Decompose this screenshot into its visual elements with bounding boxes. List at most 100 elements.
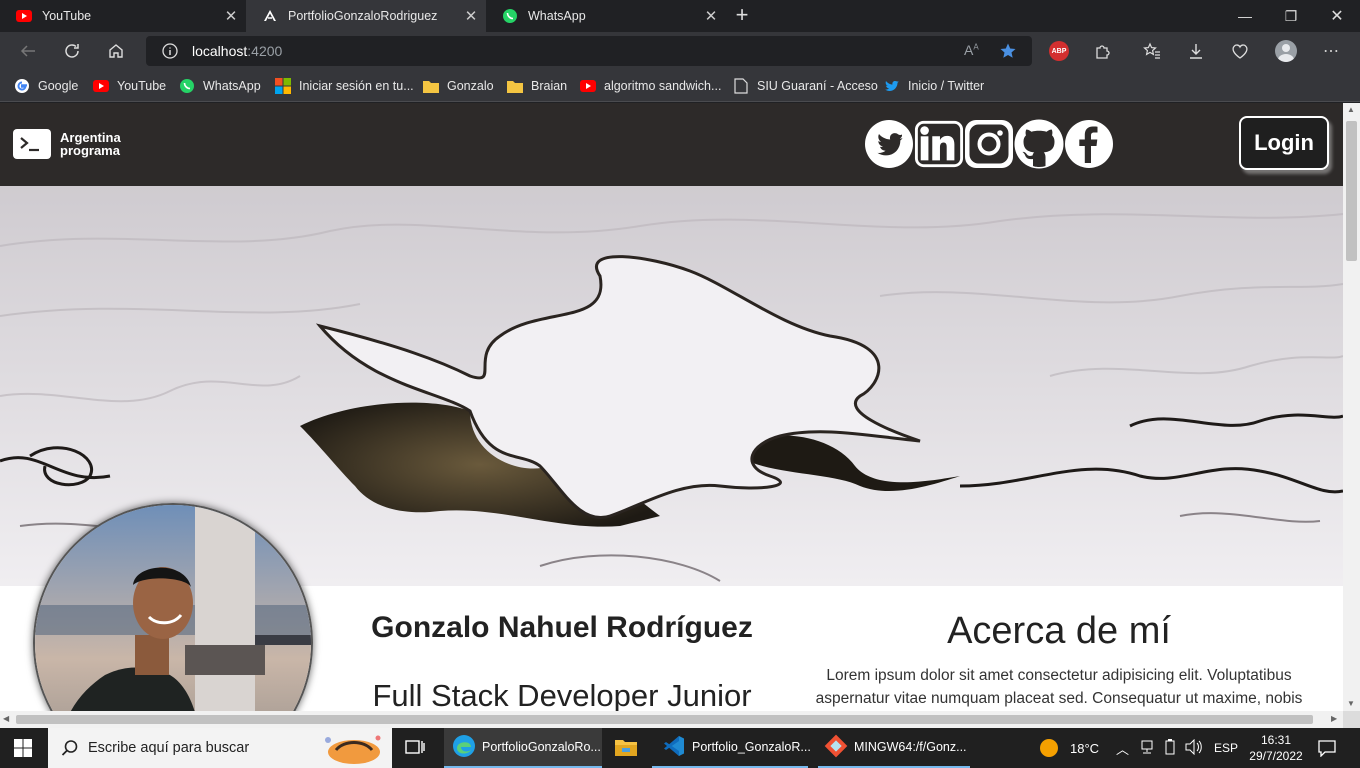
browser-essentials-button[interactable] (1225, 36, 1255, 66)
bookmark-folder-braian[interactable]: Braian (507, 76, 567, 96)
scroll-left-icon[interactable]: ◀ (3, 714, 9, 723)
downloads-button[interactable] (1181, 36, 1211, 66)
read-aloud-icon[interactable]: AA (964, 42, 979, 58)
close-icon[interactable]: ✕ (460, 5, 482, 27)
refresh-button[interactable] (57, 36, 87, 66)
login-button[interactable]: Login (1239, 116, 1329, 170)
clock-time: 16:31 (1260, 733, 1292, 747)
facebook-icon (1065, 120, 1113, 168)
profile-button[interactable] (1271, 36, 1301, 66)
chevron-up-icon[interactable]: ︿ (1116, 739, 1129, 758)
site-navbar: Argentina programa Login (0, 103, 1343, 186)
folder-icon (507, 78, 523, 94)
close-window-button[interactable]: ✕ (1314, 0, 1360, 32)
tab-youtube[interactable]: YouTube ✕ (0, 0, 246, 32)
clock[interactable]: 16:31 29/7/2022 (1248, 728, 1304, 768)
sun-icon (1040, 739, 1058, 757)
favorites-button[interactable] (1137, 36, 1167, 66)
more-icon: ⋯ (1323, 43, 1339, 60)
favorites-icon (1143, 42, 1160, 59)
whatsapp-icon (502, 8, 518, 24)
new-tab-button[interactable]: + (730, 4, 754, 28)
horizontal-scrollbar[interactable]: ◀ ▶ (0, 711, 1343, 728)
bookmark-google[interactable]: Google (14, 76, 78, 96)
vertical-scroll-thumb[interactable] (1346, 121, 1357, 261)
battery-icon[interactable] (1165, 738, 1175, 758)
minimize-button[interactable]: — (1222, 0, 1268, 32)
google-icon (14, 78, 30, 94)
windows-icon (14, 739, 32, 757)
home-icon (109, 44, 123, 58)
page-viewport: Argentina programa Login Gonzalo Nahuel … (0, 103, 1343, 711)
network-icon[interactable] (1139, 740, 1155, 757)
info-icon[interactable] (162, 43, 178, 59)
notifications-button[interactable] (1318, 728, 1336, 768)
url-text[interactable]: localhost:4200 (192, 43, 282, 59)
adblock-extension-button[interactable]: ABP (1044, 36, 1074, 66)
tab-portfolio[interactable]: PortfolioGonzaloRodriguez ✕ (246, 0, 486, 32)
bookmark-whatsapp[interactable]: WhatsApp (179, 76, 261, 96)
windows-taskbar: Escribe aquí para buscar PortfolioGonzal… (0, 728, 1360, 768)
twitter-link[interactable] (864, 118, 914, 170)
back-button[interactable] (13, 36, 43, 66)
about-title: Acerca de mí (947, 610, 1171, 652)
twitter-icon (865, 120, 913, 168)
browser-toolbar: localhost:4200 AA ABP ⋯ (0, 32, 1360, 70)
instagram-link[interactable] (964, 118, 1014, 170)
argentina-programa-logo[interactable]: Argentina programa (13, 129, 121, 159)
microsoft-icon (275, 78, 291, 94)
tab-whatsapp[interactable]: WhatsApp ✕ (486, 0, 726, 32)
weather-widget[interactable]: 18°C (1040, 728, 1099, 768)
profile-name: Gonzalo Nahuel Rodríguez (371, 611, 753, 644)
settings-menu-button[interactable]: ⋯ (1316, 36, 1346, 66)
task-view-icon (405, 740, 425, 754)
start-button[interactable] (14, 739, 32, 762)
bookmark-microsoft-login[interactable]: Iniciar sesión en tu... (275, 76, 414, 96)
bookmark-twitter[interactable]: Inicio / Twitter (884, 76, 984, 96)
github-link[interactable] (1014, 118, 1064, 170)
puzzle-icon (1096, 45, 1110, 59)
bookmark-siu-guarani[interactable]: SIU Guaraní - Acceso (733, 76, 878, 96)
taskbar-app-vscode[interactable]: Portfolio_GonzaloR... (652, 728, 811, 768)
system-tray: ︿ (1116, 728, 1213, 768)
bookmark-youtube[interactable]: YouTube (93, 76, 166, 96)
linkedin-link[interactable] (914, 118, 964, 170)
search-placeholder: Escribe aquí para buscar (88, 740, 250, 756)
vertical-scrollbar[interactable]: ▲ ▼ (1343, 103, 1360, 711)
page-icon (733, 78, 749, 94)
scroll-down-icon[interactable]: ▼ (1347, 699, 1355, 708)
scroll-up-icon[interactable]: ▲ (1347, 105, 1355, 114)
task-view-button[interactable] (404, 738, 426, 763)
speaker-icon[interactable] (1185, 738, 1203, 758)
taskbar-app-git-bash[interactable]: MINGW64:/f/Gonz... (818, 728, 970, 768)
extensions-button[interactable] (1088, 36, 1118, 66)
heart-pulse-icon (1232, 44, 1248, 59)
close-icon[interactable]: ✕ (220, 5, 242, 27)
back-arrow-icon (20, 45, 35, 57)
taskbar-app-file-explorer[interactable] (614, 728, 640, 768)
taskbar-search[interactable]: Escribe aquí para buscar (48, 728, 392, 768)
about-text: Lorem ipsum dolor sit amet consectetur a… (815, 667, 1303, 707)
bookmark-algoritmo[interactable]: algoritmo sandwich... (580, 76, 721, 96)
angular-icon (262, 8, 278, 24)
folder-icon (423, 78, 439, 94)
language-indicator[interactable]: ESP (1214, 728, 1238, 768)
adblock-icon: ABP (1049, 41, 1069, 61)
browser-tab-strip: YouTube ✕ PortfolioGonzaloRodriguez ✕ Wh… (0, 0, 1360, 32)
close-icon[interactable]: ✕ (700, 5, 722, 27)
bookmark-folder-gonzalo[interactable]: Gonzalo (423, 76, 494, 96)
facebook-link[interactable] (1064, 118, 1114, 170)
home-button[interactable] (101, 36, 131, 66)
horizontal-scroll-thumb[interactable] (16, 715, 1313, 724)
tab-title: WhatsApp (528, 9, 586, 23)
scroll-right-icon[interactable]: ▶ (1331, 714, 1337, 723)
notification-icon (1318, 740, 1336, 757)
restore-button[interactable]: ❐ (1268, 0, 1314, 32)
youtube-icon (580, 78, 596, 94)
star-icon[interactable] (999, 42, 1017, 60)
address-bar[interactable]: localhost:4200 AA (146, 36, 1032, 66)
terminal-icon (13, 129, 51, 159)
profile-role: Full Stack Developer Junior (372, 678, 752, 711)
taskbar-app-edge[interactable]: PortfolioGonzaloRo... (444, 728, 602, 768)
download-icon (1190, 44, 1202, 59)
